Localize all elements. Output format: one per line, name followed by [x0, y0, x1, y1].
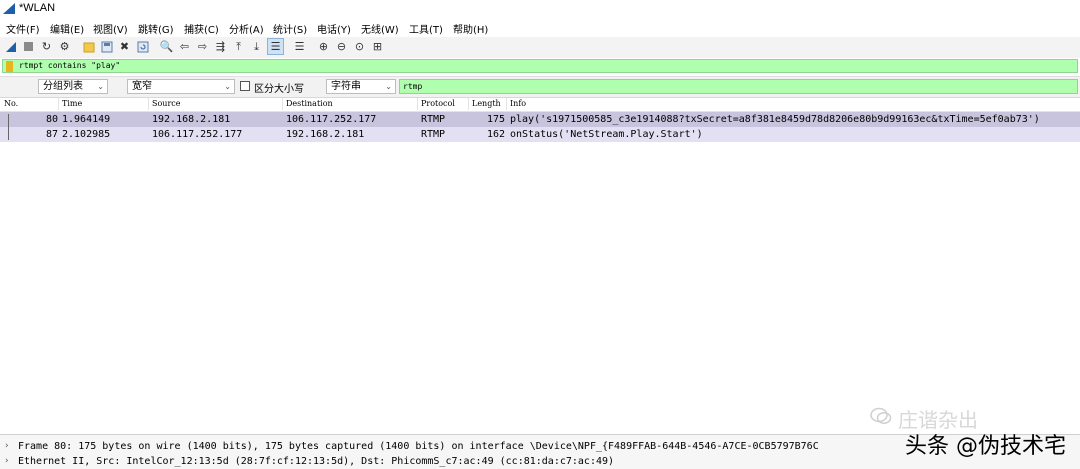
packet-length: 162	[486, 129, 505, 140]
zoom-in-icon[interactable]: ⊕	[316, 39, 331, 54]
bookmark-icon[interactable]	[6, 61, 13, 72]
wechat-logo-icon	[870, 407, 892, 424]
menu-view[interactable]: 视图(V)	[93, 21, 128, 36]
packet-list-header: No. Time Source Destination Protocol Len…	[0, 98, 1080, 112]
menu-telephony[interactable]: 电话(Y)	[317, 21, 351, 36]
find-packet-bar: 分组列表 ⌄ 宽窄 ⌄ 区分大小写 字符串 ⌄ rtmp	[0, 76, 1080, 98]
packet-list-empty-area	[0, 142, 1080, 434]
watermark-text: 头条 @伪技术宅	[905, 434, 1066, 459]
display-filter-text: rtmpt contains "play"	[19, 61, 121, 70]
title-bar: *WLAN	[0, 0, 1080, 18]
search-input[interactable]: rtmp	[399, 79, 1078, 94]
menu-wireless[interactable]: 无线(W)	[361, 21, 399, 36]
conversation-bracket	[8, 114, 9, 140]
packet-info: play('s1971500585_c3e1914088?txSecret=a8…	[510, 114, 1040, 125]
packet-length: 175	[486, 114, 505, 125]
resize-columns-icon[interactable]: ⊞	[370, 39, 385, 54]
packet-row[interactable]: 87 2.102985 106.117.252.177 192.168.2.18…	[0, 127, 1080, 142]
first-packet-icon[interactable]: ⤒	[231, 39, 246, 54]
packet-time: 2.102985	[62, 129, 111, 140]
go-to-packet-icon[interactable]: ⇶	[213, 39, 228, 54]
expand-caret-icon[interactable]: ›	[4, 456, 9, 466]
menu-analyze[interactable]: 分析(A)	[229, 21, 264, 36]
expand-caret-icon[interactable]: ›	[4, 441, 9, 451]
display-filter-input[interactable]: rtmpt contains "play"	[2, 59, 1078, 73]
column-header-length[interactable]: Length	[472, 99, 501, 108]
packet-destination: 192.168.2.181	[286, 129, 365, 140]
forward-arrow-icon[interactable]: ⇨	[195, 39, 210, 54]
chevron-down-icon: ⌄	[385, 82, 392, 91]
packet-info: onStatus('NetStream.Play.Start')	[510, 129, 703, 140]
detail-line-frame[interactable]: Frame 80: 175 bytes on wire (1400 bits),…	[18, 441, 819, 452]
normal-size-icon[interactable]: ⊙	[352, 39, 367, 54]
chevron-down-icon: ⌄	[224, 82, 231, 91]
search-type-select[interactable]: 字符串 ⌄	[326, 79, 396, 94]
shark-fin-start-icon[interactable]	[3, 39, 18, 54]
column-header-protocol[interactable]: Protocol	[421, 99, 455, 108]
last-packet-icon[interactable]: ⤓	[249, 39, 264, 54]
packet-protocol: RTMP	[421, 114, 446, 125]
case-sensitive-checkbox[interactable]	[240, 81, 250, 91]
close-file-icon[interactable]: ✖	[117, 39, 132, 54]
column-header-destination[interactable]: Destination	[286, 99, 333, 108]
autoscroll-icon[interactable]: ☰	[267, 38, 284, 55]
save-file-icon[interactable]	[99, 39, 114, 54]
colorize-icon[interactable]: ☰	[292, 39, 307, 54]
packet-time: 1.964149	[62, 114, 111, 125]
menu-go[interactable]: 跳转(G)	[138, 21, 174, 36]
wireshark-fin-icon	[3, 3, 15, 14]
menu-file[interactable]: 文件(F)	[6, 21, 40, 36]
column-header-time[interactable]: Time	[62, 99, 82, 108]
packet-source: 192.168.2.181	[152, 114, 231, 125]
display-filter-bar: rtmpt contains "play"	[0, 58, 1080, 75]
char-width-select[interactable]: 宽窄 ⌄	[127, 79, 235, 94]
menu-edit[interactable]: 编辑(E)	[50, 21, 84, 36]
search-type-value: 字符串	[331, 81, 361, 92]
back-arrow-icon[interactable]: ⇦	[177, 39, 192, 54]
search-scope-value: 分组列表	[43, 81, 83, 92]
restart-icon[interactable]: ↻	[39, 39, 54, 54]
stop-icon[interactable]	[21, 39, 36, 54]
search-scope-select[interactable]: 分组列表 ⌄	[38, 79, 108, 94]
menu-capture[interactable]: 捕获(C)	[184, 21, 219, 36]
menu-statistics[interactable]: 统计(S)	[273, 21, 307, 36]
zoom-out-icon[interactable]: ⊖	[334, 39, 349, 54]
packet-row[interactable]: 80 1.964149 192.168.2.181 106.117.252.17…	[0, 112, 1080, 127]
menu-bar: 文件(F) 编辑(E) 视图(V) 跳转(G) 捕获(C) 分析(A) 统计(S…	[0, 18, 1080, 37]
packet-protocol: RTMP	[421, 129, 446, 140]
options-gear-icon[interactable]: ⚙	[57, 39, 72, 54]
reload-icon[interactable]	[135, 39, 150, 54]
case-sensitive-label: 区分大小写	[254, 84, 304, 95]
packet-no: 80	[45, 114, 58, 125]
char-width-value: 宽窄	[132, 81, 152, 92]
chevron-down-icon: ⌄	[97, 82, 104, 91]
menu-tools[interactable]: 工具(T)	[409, 21, 443, 36]
packet-destination: 106.117.252.177	[286, 114, 377, 125]
packet-no: 87	[45, 129, 58, 140]
column-header-info[interactable]: Info	[510, 99, 526, 108]
packet-source: 106.117.252.177	[152, 129, 243, 140]
column-header-no[interactable]: No.	[4, 99, 18, 108]
detail-line-ethernet[interactable]: Ethernet II, Src: IntelCor_12:13:5d (28:…	[18, 456, 614, 467]
find-icon[interactable]: 🔍	[159, 39, 174, 54]
column-header-source[interactable]: Source	[152, 99, 181, 108]
open-folder-icon[interactable]	[81, 39, 96, 54]
main-toolbar: ↻ ⚙ ✖ 🔍 ⇦ ⇨ ⇶ ⤒ ⤓ ☰ ☰ ⊕ ⊖ ⊙ ⊞	[0, 37, 1080, 59]
window-title: *WLAN	[19, 2, 56, 14]
menu-help[interactable]: 帮助(H)	[453, 21, 488, 36]
